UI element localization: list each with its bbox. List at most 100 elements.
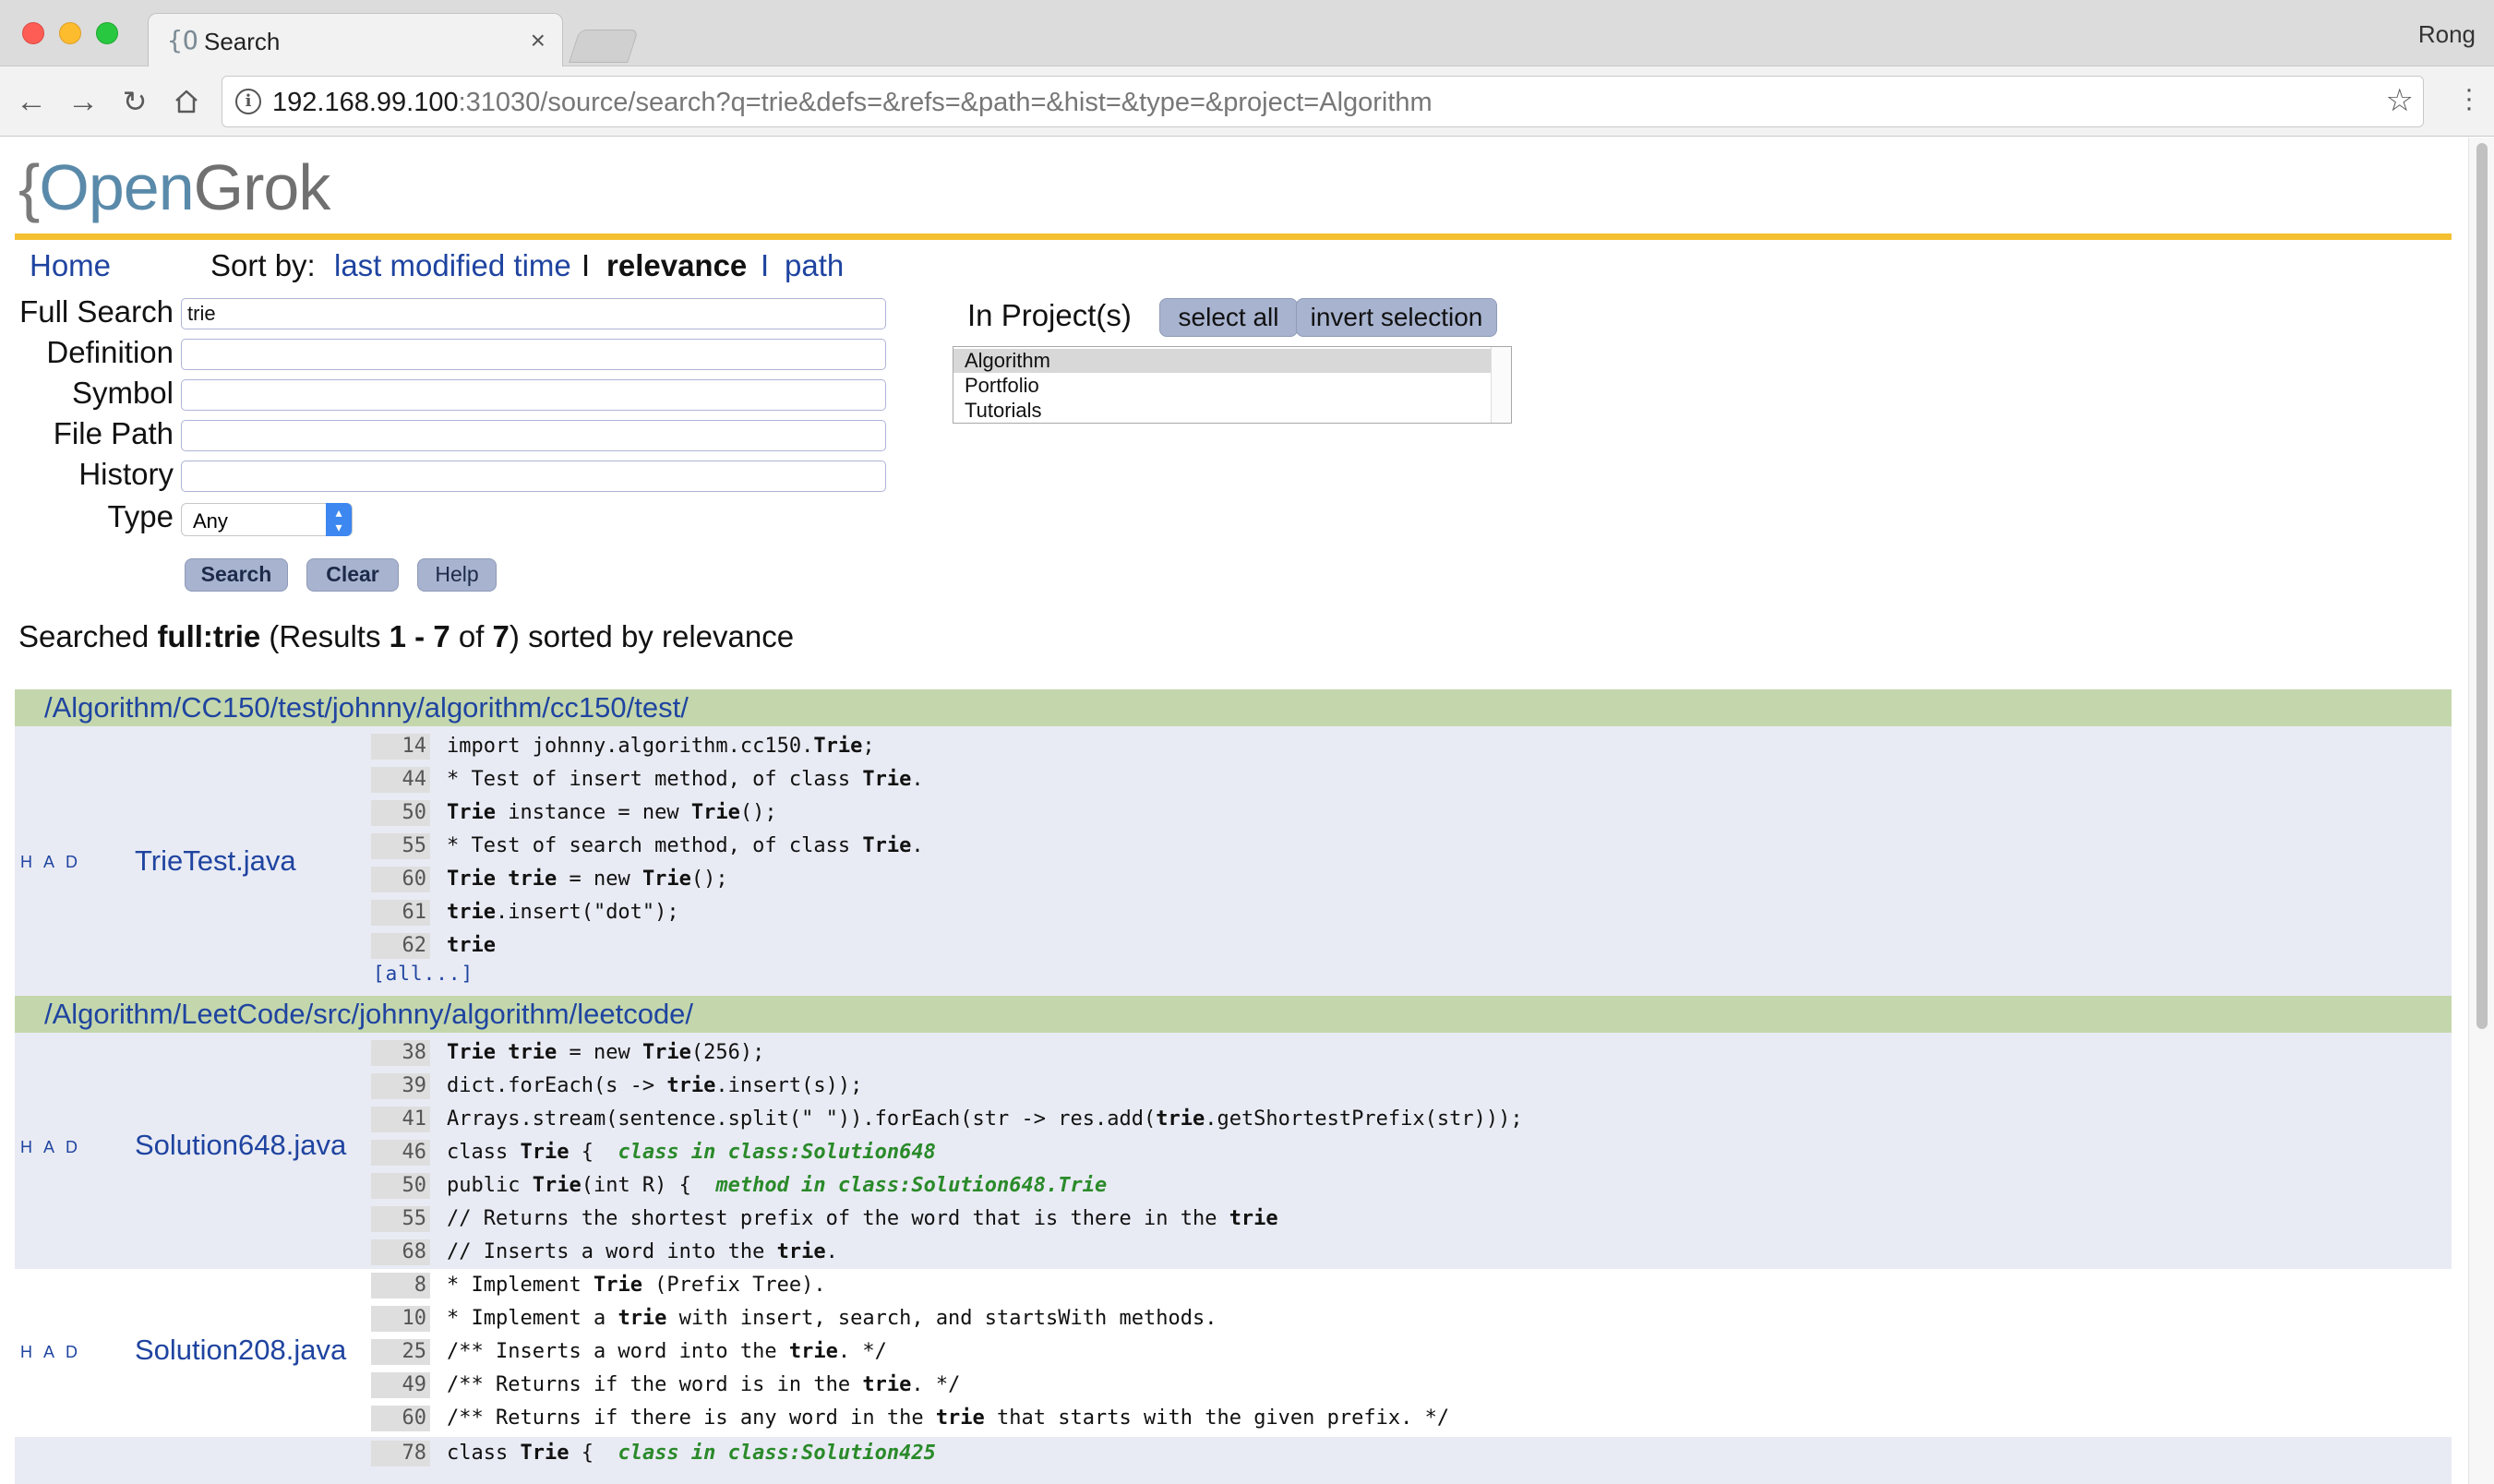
- logo-grok: Grok: [193, 151, 331, 223]
- home-link[interactable]: Home: [30, 248, 111, 283]
- close-tab-icon[interactable]: ×: [531, 26, 546, 55]
- code-line[interactable]: 8 * Implement Trie (Prefix Tree).: [371, 1273, 826, 1304]
- code-line[interactable]: 55 * Test of search method, of class Trie…: [371, 833, 924, 865]
- select-all-button[interactable]: select all: [1159, 298, 1298, 337]
- sort-last-modified-link[interactable]: last modified time: [334, 248, 571, 283]
- line-number[interactable]: 50: [371, 800, 430, 826]
- code-text: Arrays.stream(sentence.split(" ")).forEa…: [447, 1107, 1523, 1131]
- address-bar[interactable]: i 192.168.99.100:31030/source/search?q=t…: [222, 76, 2424, 127]
- code-line[interactable]: 25 /** Inserts a word into the trie. */: [371, 1339, 887, 1370]
- url-text[interactable]: 192.168.99.100:31030/source/search?q=tri…: [272, 88, 1433, 118]
- code-line[interactable]: 55 // Returns the shortest prefix of the …: [371, 1206, 1278, 1238]
- clear-button[interactable]: Clear: [306, 558, 399, 592]
- all-matches-link[interactable]: [all...]: [373, 963, 474, 985]
- code-line[interactable]: 44 * Test of insert method, of class Trie…: [371, 767, 924, 798]
- sort-separator: I: [761, 248, 770, 282]
- line-number[interactable]: 78: [371, 1441, 430, 1466]
- line-number[interactable]: 46: [371, 1140, 430, 1166]
- line-number[interactable]: 55: [371, 1206, 430, 1232]
- reload-icon[interactable]: ↻: [114, 81, 155, 122]
- line-number[interactable]: 14: [371, 734, 430, 760]
- new-tab-button[interactable]: [569, 30, 639, 63]
- directory-link[interactable]: /Algorithm/CC150/test/johnny/algorithm/c…: [44, 691, 689, 724]
- file-link[interactable]: TrieTest.java: [135, 844, 296, 878]
- symbol-input[interactable]: [181, 379, 886, 411]
- page-content: {OpenGrok Home Sort by: last modified ti…: [0, 138, 2468, 1484]
- code-line[interactable]: 49 /** Returns if the word is in the trie…: [371, 1372, 960, 1404]
- forward-arrow-icon[interactable]: →: [63, 81, 103, 122]
- history-input[interactable]: [181, 461, 886, 492]
- file-link[interactable]: Solution208.java: [135, 1334, 346, 1367]
- file-link[interactable]: Solution648.java: [135, 1129, 346, 1162]
- code-line[interactable]: 50 Trie instance = new Trie();: [371, 800, 777, 832]
- file-path-input[interactable]: [181, 420, 886, 451]
- history-annotate-download-links[interactable]: H A D: [20, 1138, 81, 1157]
- project-option-tutorials[interactable]: Tutorials: [965, 399, 1042, 423]
- profile-name[interactable]: Rong: [2418, 20, 2476, 49]
- line-number[interactable]: 10: [371, 1306, 430, 1332]
- line-number[interactable]: 39: [371, 1073, 430, 1099]
- maximize-window-button[interactable]: [96, 22, 118, 44]
- sort-relevance-current: relevance: [606, 248, 748, 282]
- browser-toolbar: ← → ↻ i 192.168.99.100:31030/source/sear…: [0, 66, 2494, 137]
- line-number[interactable]: 68: [371, 1239, 430, 1265]
- minimize-window-button[interactable]: [59, 22, 81, 44]
- bookmark-star-icon[interactable]: ☆: [2386, 82, 2414, 119]
- project-list-scrollbar[interactable]: [1491, 347, 1511, 423]
- code-text: /** Inserts a word into the trie. */: [447, 1340, 887, 1363]
- code-line[interactable]: 62 trie: [371, 933, 496, 964]
- history-annotate-download-links[interactable]: H A D: [20, 1343, 81, 1362]
- history-annotate-download-links[interactable]: H A D: [20, 853, 81, 872]
- browser-menu-icon[interactable]: · · ·: [2464, 76, 2474, 122]
- project-list[interactable]: Algorithm Portfolio Tutorials: [953, 346, 1512, 424]
- page-scrollbar[interactable]: [2468, 138, 2494, 1484]
- line-number[interactable]: 62: [371, 933, 430, 959]
- code-line[interactable]: 10 * Implement a trie with insert, search…: [371, 1306, 1217, 1337]
- type-select[interactable]: Any ▴ ▾: [181, 503, 353, 536]
- home-icon[interactable]: [166, 81, 207, 122]
- invert-selection-button[interactable]: invert selection: [1296, 298, 1497, 337]
- code-line[interactable]: 41 Arrays.stream(sentence.split(" ")).for…: [371, 1107, 1523, 1138]
- help-button[interactable]: Help: [417, 558, 497, 592]
- code-line[interactable]: 60 Trie trie = new Trie();: [371, 867, 728, 898]
- sort-by-label: Sort by:: [210, 248, 316, 282]
- project-option-portfolio[interactable]: Portfolio: [965, 374, 1039, 398]
- line-number[interactable]: 41: [371, 1107, 430, 1132]
- full-search-input[interactable]: [181, 298, 886, 329]
- site-info-icon[interactable]: i: [235, 89, 261, 114]
- logo-brace: {: [18, 151, 40, 223]
- code-line[interactable]: 78 class Trie { class in class:Solution42…: [371, 1441, 936, 1472]
- code-line[interactable]: 60 /** Returns if there is any word in th…: [371, 1406, 1449, 1437]
- sort-path-link[interactable]: path: [785, 248, 844, 283]
- code-text: * Implement a trie with insert, search, …: [447, 1307, 1217, 1330]
- search-button[interactable]: Search: [185, 558, 288, 592]
- line-number[interactable]: 55: [371, 833, 430, 859]
- code-line[interactable]: 50 public Trie(int R) { method in class:S…: [371, 1173, 1107, 1204]
- scrollbar-thumb[interactable]: [2476, 143, 2488, 1029]
- type-select-value: Any: [193, 509, 228, 533]
- back-arrow-icon[interactable]: ←: [11, 81, 52, 122]
- code-line[interactable]: 38 Trie trie = new Trie(256);: [371, 1040, 764, 1071]
- line-number[interactable]: 25: [371, 1339, 430, 1365]
- code-line[interactable]: 61 trie.insert("dot");: [371, 900, 679, 931]
- directory-link[interactable]: /Algorithm/LeetCode/src/johnny/algorithm…: [44, 998, 693, 1031]
- line-number[interactable]: 50: [371, 1173, 430, 1199]
- code-line[interactable]: 68 // Inserts a word into the trie.: [371, 1239, 838, 1271]
- header-divider: [15, 233, 2452, 240]
- opengrok-logo[interactable]: {OpenGrok: [18, 150, 330, 224]
- close-window-button[interactable]: [22, 22, 44, 44]
- code-line[interactable]: 14 import johnny.algorithm.cc150.Trie;: [371, 734, 875, 765]
- line-number[interactable]: 44: [371, 767, 430, 793]
- line-number[interactable]: 60: [371, 1406, 430, 1431]
- line-number[interactable]: 49: [371, 1372, 430, 1398]
- definition-input[interactable]: [181, 339, 886, 370]
- code-line[interactable]: 46 class Trie { class in class:Solution64…: [371, 1140, 936, 1171]
- summary-suffix: ) sorted by relevance: [509, 619, 795, 653]
- line-number[interactable]: 8: [371, 1273, 430, 1298]
- code-line[interactable]: 39 dict.forEach(s -> trie.insert(s));: [371, 1073, 862, 1105]
- project-option-algorithm[interactable]: Algorithm: [953, 349, 1491, 373]
- line-number[interactable]: 38: [371, 1040, 430, 1066]
- browser-tab[interactable]: {O Search ×: [148, 13, 563, 66]
- line-number[interactable]: 60: [371, 867, 430, 892]
- line-number[interactable]: 61: [371, 900, 430, 926]
